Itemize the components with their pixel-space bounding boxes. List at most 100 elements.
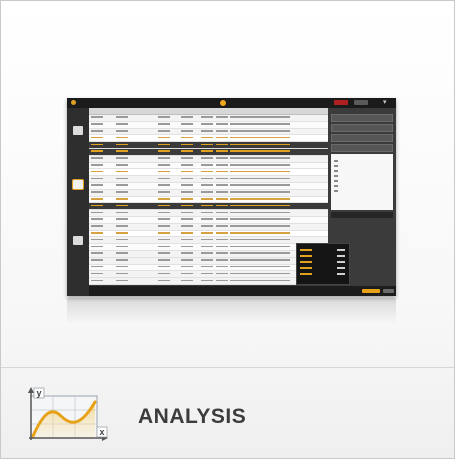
table-cell (214, 163, 229, 169)
table-cell (179, 176, 199, 182)
table-cell (114, 231, 155, 237)
table-cell (214, 244, 229, 250)
table-cell (199, 115, 215, 121)
table-cell (199, 258, 215, 264)
card-title[interactable]: ANALYSIS (138, 401, 246, 433)
card-divider (1, 367, 454, 368)
table-cell (156, 224, 180, 230)
table-cell (199, 169, 215, 175)
popup-row (300, 267, 312, 269)
table-cell (228, 169, 328, 175)
preview-nav-label (70, 247, 86, 251)
table-cell (156, 163, 180, 169)
table-cell (156, 169, 180, 175)
table-cell (228, 203, 328, 209)
table-row (89, 190, 328, 197)
table-cell (89, 258, 114, 264)
table-cell (214, 115, 229, 121)
chart-icon (73, 180, 83, 189)
table-cell (114, 237, 155, 243)
table-row (89, 258, 328, 265)
table-cell (89, 142, 114, 148)
list-item (334, 175, 338, 177)
table-cell (228, 122, 328, 128)
table-cell (179, 231, 199, 237)
table-cell (114, 163, 155, 169)
table-row (89, 216, 328, 224)
preview-panel-field (331, 114, 393, 122)
table-cell (89, 122, 114, 128)
table-cell (179, 258, 199, 264)
table-cell (114, 183, 155, 189)
table-cell (156, 258, 180, 264)
table-cell (89, 149, 114, 155)
preview-top-button (354, 100, 368, 105)
table-cell (89, 224, 114, 230)
table-cell (228, 210, 328, 216)
table-cell (89, 244, 114, 250)
table-row (89, 230, 328, 238)
table-row (89, 148, 328, 156)
popup-value (337, 273, 345, 275)
table-cell (114, 271, 155, 277)
preview-data-table (89, 108, 328, 286)
table-cell (214, 183, 229, 189)
table-cell (114, 176, 155, 182)
table-cell (214, 203, 229, 209)
table-cell (179, 190, 199, 196)
table-cell (179, 210, 199, 216)
list-item (334, 180, 338, 182)
table-cell (156, 122, 180, 128)
analysis-card[interactable]: ▾ y x ANALYSIS (0, 0, 455, 459)
table-cell (199, 190, 215, 196)
table-row (89, 271, 328, 279)
table-cell (156, 183, 180, 189)
preview-panel-field (331, 124, 393, 132)
table-row (89, 162, 328, 170)
table-cell (179, 149, 199, 155)
table-cell (114, 122, 155, 128)
table-cell (179, 197, 199, 203)
table-cell (89, 190, 114, 196)
table-cell (199, 183, 215, 189)
table-cell (89, 197, 114, 203)
table-cell (89, 237, 114, 243)
preview-table-body (89, 115, 328, 286)
table-cell (156, 210, 180, 216)
table-cell (179, 224, 199, 230)
preview-panel-list (331, 154, 393, 210)
table-cell (156, 115, 180, 121)
popup-row (300, 273, 312, 275)
table-cell (199, 135, 215, 141)
table-row (89, 203, 328, 211)
table-cell (214, 197, 229, 203)
popup-row (300, 261, 312, 263)
table-cell (156, 190, 180, 196)
table-cell (214, 135, 229, 141)
table-row (89, 176, 328, 183)
table-cell (199, 149, 215, 155)
table-cell (228, 142, 328, 148)
table-row (89, 135, 328, 143)
preview-left-nav (67, 108, 89, 296)
table-cell (114, 251, 155, 257)
table-cell (114, 258, 155, 264)
preview-panel-bar (331, 212, 393, 218)
preview-nav-label (70, 137, 86, 141)
table-cell (89, 203, 114, 209)
table-cell (114, 217, 155, 223)
table-cell (228, 115, 328, 121)
table-cell (156, 156, 180, 162)
table-cell (89, 183, 114, 189)
table-cell (214, 224, 229, 230)
table-cell (214, 258, 229, 264)
table-cell (199, 265, 215, 271)
table-cell (89, 115, 114, 121)
table-cell (114, 278, 155, 284)
preview-nav-label (70, 191, 86, 195)
table-cell (214, 169, 229, 175)
table-cell (156, 176, 180, 182)
table-cell (89, 251, 114, 257)
popup-row (300, 249, 312, 251)
table-cell (214, 176, 229, 182)
